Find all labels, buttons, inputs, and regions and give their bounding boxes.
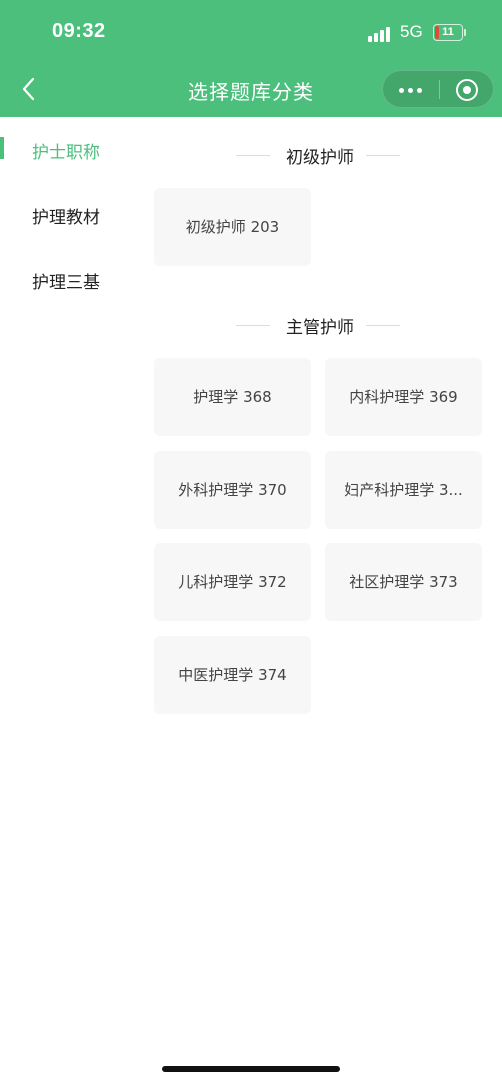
category-tile-label: 内科护理学 369 [349, 388, 458, 406]
target-close-icon-dot [463, 86, 471, 94]
section-title: 初级护师 [160, 141, 480, 169]
category-tile-label: 护理学 368 [193, 388, 272, 406]
home-indicator[interactable] [162, 1066, 340, 1072]
sidebar-item-nurse-title[interactable]: 护士职称 [0, 132, 150, 168]
app-header: 09:32 5G 11 选择题库分类 [0, 0, 502, 117]
category-tile[interactable]: 外科护理学 370 [154, 451, 311, 529]
network-type: 5G [400, 22, 423, 41]
title-divider-right [366, 325, 400, 326]
category-tile[interactable]: 中医护理学 374 [154, 636, 311, 714]
category-tile[interactable]: 初级护师 203 [154, 188, 311, 266]
category-tile-label: 儿科护理学 372 [178, 573, 287, 591]
category-tile-label: 外科护理学 370 [178, 481, 287, 499]
sidebar-item-label: 护士职称 [32, 143, 100, 163]
category-tile[interactable]: 护理学 368 [154, 358, 311, 436]
section-title: 主管护师 [160, 311, 480, 339]
category-tile-label: 初级护师 203 [185, 218, 280, 236]
battery-tip [464, 29, 466, 36]
sidebar-item-nursing-textbook[interactable]: 护理教材 [0, 197, 150, 233]
sidebar-item-label: 护理教材 [32, 208, 100, 228]
battery-icon: 11 [433, 24, 463, 41]
category-tile[interactable]: 内科护理学 369 [325, 358, 482, 436]
sidebar-item-label: 护理三基 [32, 273, 100, 293]
section-title-text: 主管护师 [286, 318, 354, 338]
title-divider-right [366, 155, 400, 156]
cellular-signal-icon [368, 24, 394, 42]
category-tile[interactable]: 妇产科护理学 3... [325, 451, 482, 529]
more-dots-icon [417, 88, 422, 93]
more-dots-icon [399, 88, 404, 93]
close-mini-program-button[interactable] [440, 71, 495, 109]
category-tile[interactable]: 儿科护理学 372 [154, 543, 311, 621]
sidebar-item-nursing-basics[interactable]: 护理三基 [0, 262, 150, 298]
category-tile-label: 社区护理学 373 [349, 573, 458, 591]
more-dots-icon [408, 88, 413, 93]
battery-level: 11 [442, 26, 454, 38]
active-indicator [0, 137, 4, 159]
mini-program-capsule [382, 70, 494, 108]
category-tile-label: 中医护理学 374 [178, 666, 287, 684]
section-title-text: 初级护师 [286, 148, 354, 168]
category-tile-label: 妇产科护理学 3... [344, 481, 463, 499]
more-button[interactable] [383, 71, 439, 109]
category-tile[interactable]: 社区护理学 373 [325, 543, 482, 621]
status-time: 09:32 [52, 20, 106, 42]
